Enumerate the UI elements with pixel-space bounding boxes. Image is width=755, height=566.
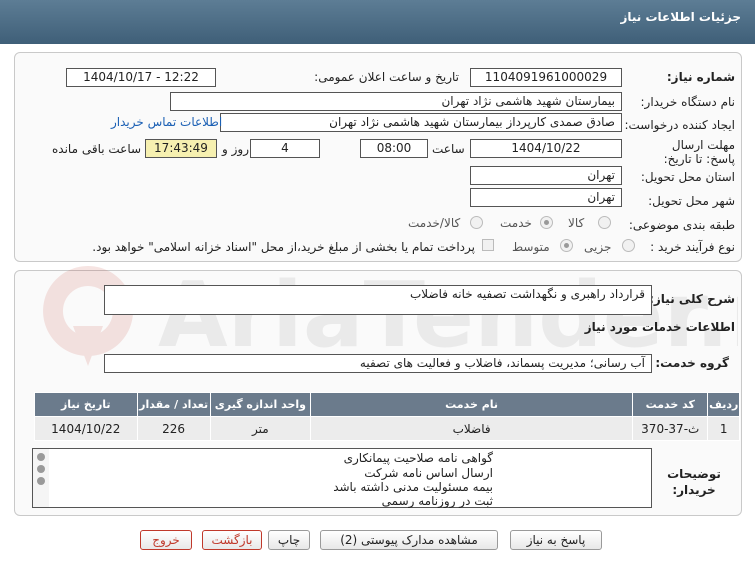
cell-row-number: 1	[707, 416, 740, 441]
deadline-time-field: 08:00	[360, 139, 428, 158]
notes-line: گواهی نامه صلاحیت پیمانکاری	[343, 451, 493, 465]
cell-unit: متر	[209, 416, 312, 441]
cell-service-code: ث-37-370	[632, 416, 709, 441]
notes-line: بیمه مسئولیت مدنی داشته باشد	[333, 480, 493, 494]
buyer-org-field: بیمارستان شهید هاشمی نژاد تهران	[170, 92, 622, 111]
back-button[interactable]: بازگشت	[202, 530, 262, 550]
cell-service-name: فاضلاب	[310, 416, 634, 441]
need-number-label: شماره نیاز:	[666, 70, 735, 84]
announce-field: 1404/10/17 - 12:22	[66, 68, 216, 87]
process-label: نوع فرآیند خرید :	[650, 240, 735, 254]
cell-need-date: 1404/10/22	[34, 416, 138, 441]
category-option-goods-service: کالا/خدمت	[408, 216, 461, 230]
summary-field: قرارداد راهبری و نگهداشت تصفیه خانه فاضل…	[104, 285, 652, 315]
print-button[interactable]: چاپ	[268, 530, 310, 550]
announce-label: تاریخ و ساعت اعلان عمومی:	[314, 70, 459, 84]
days-field: 4	[250, 139, 320, 158]
notes-line: ثبت در روزنامه رسمی	[381, 494, 493, 508]
table-row: 1 ث-37-370 فاضلاب متر 226 1404/10/22	[34, 416, 740, 441]
reply-button[interactable]: پاسخ به نیاز	[510, 530, 602, 550]
service-group-label: گروه خدمت:	[655, 356, 729, 370]
deadline-time-label: ساعت	[432, 142, 465, 156]
table-header-row: ردیف کد خدمت نام خدمت واحد اندازه گیری ت…	[34, 392, 740, 417]
treasury-payment-note: پرداخت تمام یا بخشی از مبلغ خرید،از محل …	[92, 240, 475, 254]
buyer-notes-field[interactable]: گواهی نامه صلاحیت پیمانکاری ارسال اساس ن…	[32, 448, 652, 508]
treasury-payment-checkbox[interactable]	[482, 239, 494, 251]
process-option-minor: جزیی	[584, 240, 612, 254]
process-option-medium: متوسط	[512, 240, 550, 254]
buyer-notes-label: توضیحات خریدار:	[667, 467, 721, 497]
cell-quantity: 226	[136, 416, 211, 441]
buyer-org-label: نام دستگاه خریدار:	[640, 95, 736, 109]
category-option-service: خدمت	[500, 216, 532, 230]
col-service-code: کد خدمت	[632, 392, 709, 417]
city-label: شهر محل تحویل:	[648, 194, 735, 208]
col-service-name: نام خدمت	[310, 392, 634, 417]
exit-button[interactable]: خروج	[140, 530, 192, 550]
services-section-title: اطلاعات خدمات مورد نیاز	[584, 320, 735, 334]
category-option-goods: کالا	[568, 216, 585, 230]
deadline-date-field: 1404/10/22	[470, 139, 622, 158]
summary-label: شرح کلی نیاز:	[649, 292, 735, 306]
scroll-thumb-icon[interactable]	[37, 465, 45, 473]
scroll-up-icon[interactable]	[37, 453, 45, 461]
creator-field: صادق صمدی کارپرداز بیمارستان شهید هاشمی …	[220, 113, 622, 132]
notes-line: ارسال اساس نامه شرکت	[364, 466, 493, 480]
category-radio-goods-service[interactable]	[470, 216, 483, 229]
buyer-contact-link[interactable]: اطلاعات تماس خریدار	[111, 115, 222, 129]
process-radio-medium[interactable]	[560, 239, 573, 252]
title-bar: جزئیات اطلاعات نیاز	[0, 0, 755, 44]
col-row-number: ردیف	[707, 392, 740, 417]
need-number-field: 1104091961000029	[470, 68, 622, 87]
province-label: استان محل تحویل:	[640, 170, 735, 184]
scroll-down-icon[interactable]	[37, 477, 45, 485]
category-label: طبقه بندی موضوعی:	[628, 218, 735, 232]
creator-label: ایجاد کننده درخواست:	[624, 118, 735, 132]
category-radio-service[interactable]	[540, 216, 553, 229]
category-radio-goods[interactable]	[598, 216, 611, 229]
deadline-label: مهلت ارسال پاسخ: تا تاریخ:	[663, 138, 735, 166]
remaining-label: ساعت باقی مانده	[52, 142, 142, 156]
col-need-date: تاریخ نیاز	[34, 392, 138, 417]
province-field: تهران	[470, 166, 622, 185]
service-group-field: آب رسانی؛ مدیریت پسماند، فاضلاب و فعالیت…	[104, 354, 652, 373]
process-radio-minor[interactable]	[622, 239, 635, 252]
page-title: جزئیات اطلاعات نیاز	[620, 10, 741, 24]
days-label: روز و	[222, 142, 249, 156]
remaining-time-field: 17:43:49	[145, 139, 217, 158]
notes-scrollbar[interactable]	[33, 449, 49, 507]
col-quantity: تعداد / مقدار	[136, 392, 211, 417]
view-attachments-button[interactable]: مشاهده مدارک پیوستی (2)	[320, 530, 498, 550]
col-unit: واحد اندازه گیری	[209, 392, 312, 417]
city-field: تهران	[470, 188, 622, 207]
services-table: ردیف کد خدمت نام خدمت واحد اندازه گیری ت…	[34, 392, 740, 441]
